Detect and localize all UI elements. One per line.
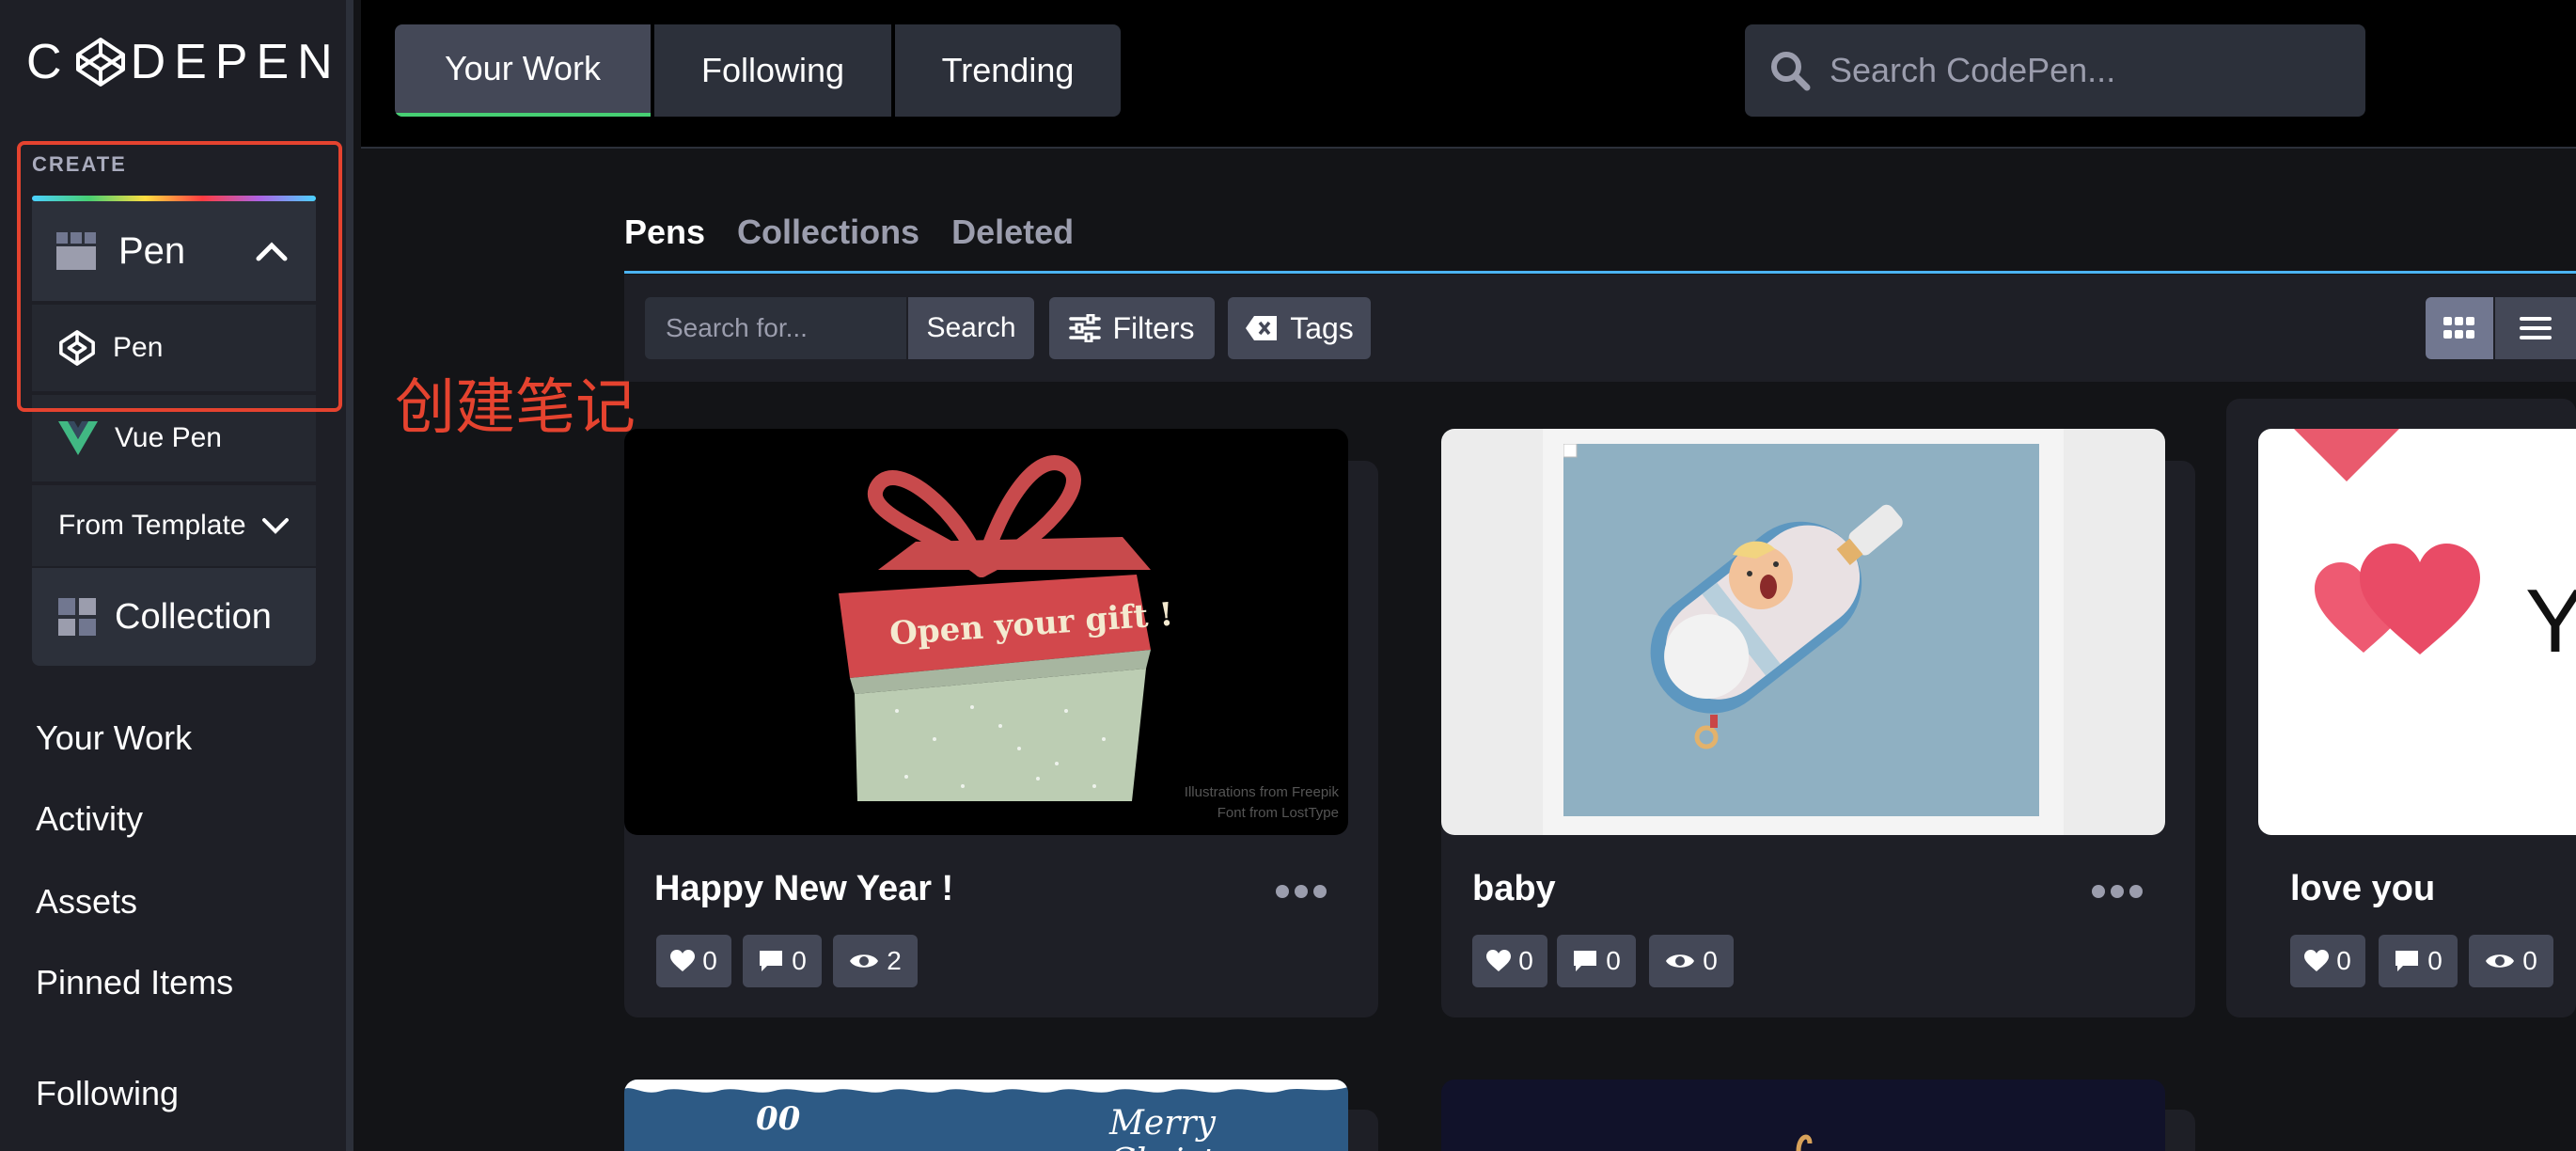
comment-count: 0 [1606,946,1621,975]
snow-edge-illustration [624,1080,1348,1093]
vue-logo-icon [58,421,98,455]
annotation-highlight-box [17,141,342,412]
filter-bar: Search Filters Tags [624,275,2576,382]
tab-following[interactable]: Following [654,24,891,117]
like-count: 0 [702,946,717,975]
global-search-placeholder: Search CodePen... [1830,51,2116,89]
main-tabs: Your Work Following Trending [395,24,1121,117]
sidebar: C DEPEN CREATE Pen Pen Vue Pen From Temp… [0,0,353,1151]
nav-pinned-items[interactable]: Pinned Items [36,963,233,1002]
pen-card-thumbnail[interactable]: 00 Merry Christmas [624,1080,1348,1151]
tab-your-work[interactable]: Your Work [395,24,651,117]
filters-label: Filters [1112,310,1195,345]
credit-line: Illustrations from Freepik [1184,784,1339,800]
subtab-pens[interactable]: Pens [624,213,705,252]
eye-icon [850,954,879,968]
heart-icon [1486,950,1512,971]
sliders-icon [1069,314,1102,342]
pens-search-button[interactable]: Search [908,297,1034,359]
heart-icon [2304,950,2330,971]
like-count: 0 [1518,946,1533,975]
comment-icon [760,951,783,971]
nav-assets[interactable]: Assets [36,882,137,922]
comment-icon [2395,951,2419,971]
comment-stat-button[interactable]: 0 [743,935,822,987]
baby-illustration [1563,444,2039,816]
dark-illustration [1796,1134,1813,1151]
sub-item-label: Vue Pen [115,422,222,453]
tab-trending[interactable]: Trending [895,24,1121,117]
chevron-down-icon [262,518,289,534]
eye-icon [1666,954,1695,968]
filters-button[interactable]: Filters [1049,297,1215,359]
thumbnail-number: 00 [756,1100,801,1138]
annotation-text: 创建笔记 [395,373,636,443]
grid-dots-icon [2443,317,2474,339]
codepen-cube-icon [75,38,125,87]
like-count: 0 [2336,946,2351,975]
sub-item-label: From Template [58,510,246,541]
nav-following[interactable]: Following [36,1074,179,1113]
nav-activity[interactable]: Activity [36,799,143,839]
pen-card-thumbnail[interactable] [1441,429,2165,835]
pens-search-field [645,297,906,359]
view-stat-button[interactable]: 0 [2469,935,2553,987]
pen-card-thumbnail[interactable]: Y [2258,429,2576,835]
like-stat-button[interactable]: 0 [2290,935,2365,987]
more-dots-icon[interactable] [1275,884,1327,899]
tags-label: Tags [1290,310,1354,345]
codepen-logo[interactable]: C DEPEN [26,34,341,90]
view-count: 0 [2522,946,2537,975]
like-stat-button[interactable]: 0 [656,935,731,987]
comment-count: 0 [792,946,807,975]
subtabs-underline [624,271,2576,274]
pen-title[interactable]: baby [1472,869,1556,909]
subtab-deleted[interactable]: Deleted [951,213,1074,252]
collection-grid-icon [58,598,96,636]
thumbnail-letter: Y [2525,571,2576,671]
view-stat-button[interactable]: 0 [1649,935,1734,987]
create-collection[interactable]: Collection [32,568,316,666]
view-count: 0 [1703,946,1718,975]
eye-icon [2486,954,2515,968]
pens-search-input[interactable] [666,313,901,343]
heart-icon [670,950,696,971]
search-icon [1771,52,1811,91]
logo-text-left: C [26,35,71,89]
comment-stat-button[interactable]: 0 [1557,935,1636,987]
view-stat-button[interactable]: 2 [833,935,918,987]
create-sub-from-template[interactable]: From Template [32,483,316,566]
comment-icon [1574,951,1597,971]
comment-stat-button[interactable]: 0 [2379,935,2458,987]
thumbnail-credits: Illustrations from Freepik Font from Los… [1185,782,1339,824]
more-dots-icon[interactable] [2091,884,2144,899]
view-count: 2 [887,946,902,975]
credit-line: Font from LostType [1217,805,1339,821]
global-search-input[interactable]: Search CodePen... [1745,24,2365,117]
collection-label: Collection [115,596,272,637]
grid-view-toggle[interactable] [2426,297,2493,359]
subtab-collections[interactable]: Collections [737,213,919,252]
tag-icon [1246,316,1278,340]
like-stat-button[interactable]: 0 [1472,935,1547,987]
content-subtabs: Pens Collections Deleted [624,213,1074,252]
comment-count: 0 [2427,946,2442,975]
list-view-toggle[interactable] [2495,297,2576,359]
pen-card-thumbnail[interactable] [1441,1080,2165,1151]
nav-your-work[interactable]: Your Work [36,718,192,758]
pen-card-thumbnail[interactable]: Open your gift ! Illustrations from Free… [624,429,1348,835]
tags-button[interactable]: Tags [1228,297,1371,359]
pen-title[interactable]: love you [2290,869,2435,909]
pen-title[interactable]: Happy New Year ! [654,869,953,909]
thumbnail-greeting: Merry Christmas [1109,1104,1284,1151]
list-lines-icon [2520,317,2552,339]
logo-text-right: DEPEN [130,35,341,89]
